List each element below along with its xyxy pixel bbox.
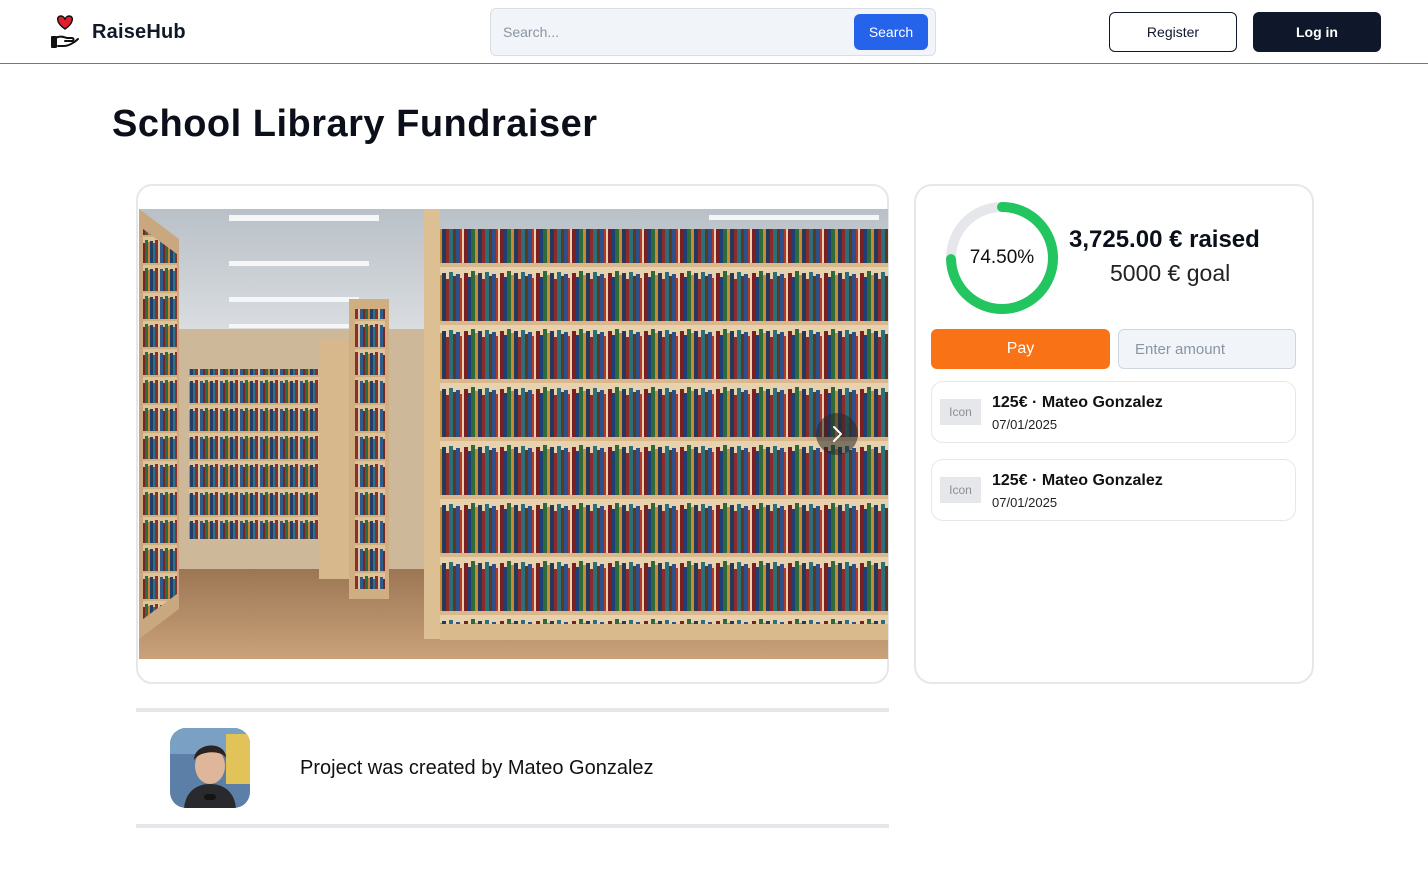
- heart-hand-icon: [51, 15, 79, 48]
- donation-title: 125€ · Mateo Gonzalez: [992, 472, 1163, 489]
- creator-text: Project was created by Mateo Gonzalez: [300, 757, 654, 779]
- project-image: [139, 209, 888, 659]
- image-carousel-card: [136, 184, 889, 684]
- login-button[interactable]: Log in: [1253, 12, 1381, 52]
- brand-name: RaiseHub: [92, 20, 186, 43]
- raised-amount: 3,725.00 € raised: [1069, 226, 1260, 253]
- creator-avatar[interactable]: [170, 728, 250, 808]
- search-input[interactable]: [503, 17, 843, 47]
- avatar-image: [170, 728, 250, 808]
- donation-title: 125€ · Mateo Gonzalez: [992, 394, 1163, 411]
- register-button[interactable]: Register: [1109, 12, 1237, 52]
- donation-item: Icon 125€ · Mateo Gonzalez 07/01/2025: [931, 381, 1296, 443]
- donor-icon: Icon: [940, 399, 981, 425]
- progress-percent: 74.50%: [969, 247, 1035, 268]
- search-button[interactable]: Search: [854, 14, 928, 50]
- page-title: School Library Fundraiser: [112, 103, 598, 145]
- carousel-next-button[interactable]: [816, 413, 858, 455]
- top-navbar: RaiseHub Search Register Log in: [0, 0, 1428, 64]
- pay-button[interactable]: Pay: [931, 329, 1110, 369]
- brand-logo[interactable]: RaiseHub: [50, 15, 186, 49]
- donation-date: 07/01/2025: [992, 495, 1058, 510]
- donation-item: Icon 125€ · Mateo Gonzalez 07/01/2025: [931, 459, 1296, 521]
- chevron-right-icon: [833, 426, 842, 442]
- library-illustration: [139, 209, 888, 659]
- donation-date: 07/01/2025: [992, 417, 1058, 432]
- goal-amount: 5000 € goal: [1110, 260, 1231, 286]
- amount-input[interactable]: [1118, 329, 1296, 369]
- donor-icon: Icon: [940, 477, 981, 503]
- search-bar: Search: [490, 8, 936, 56]
